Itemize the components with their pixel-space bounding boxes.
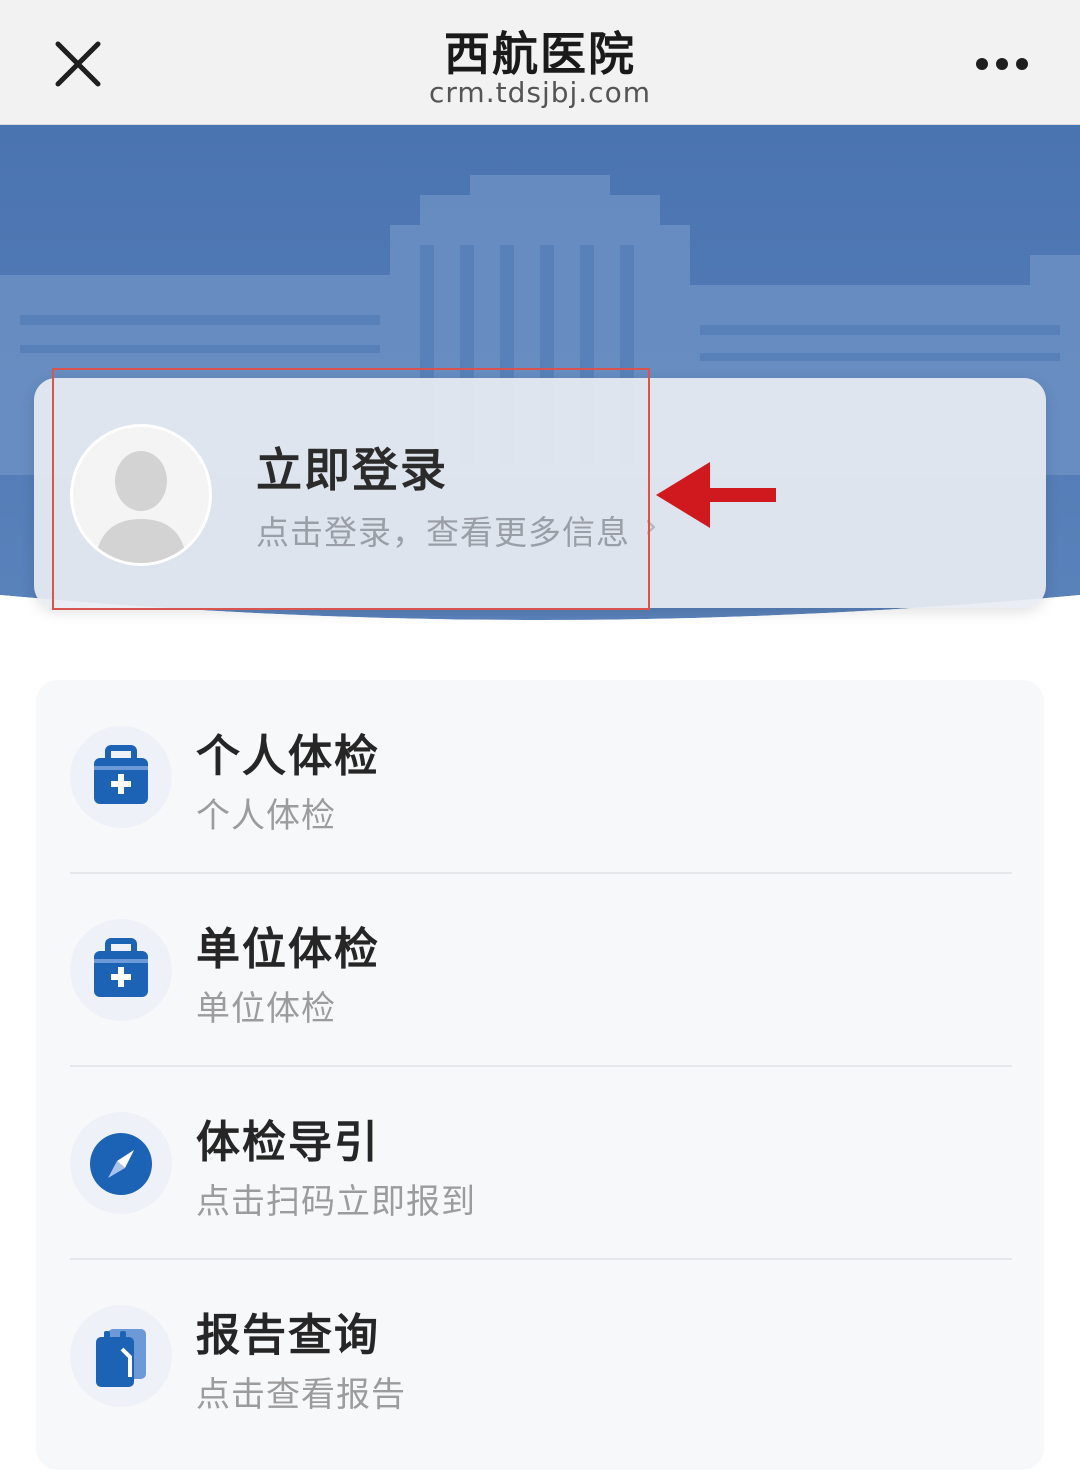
compass-icon — [70, 1112, 172, 1214]
page-title: 西航医院 — [444, 27, 636, 81]
menu-item-title: 单位体检 — [196, 924, 380, 975]
menu-item-personal-checkup[interactable]: 个人体检 个人体检 — [36, 680, 1044, 872]
more-icon[interactable] — [966, 44, 1036, 84]
medical-bag-icon — [70, 726, 172, 828]
top-nav-bar: 西航医院 crm.tdsjbj.com — [0, 0, 1080, 125]
menu-item-subtitle: 点击查看报告 — [196, 1375, 406, 1415]
menu-item-report-query[interactable]: 报告查询 点击查看报告 — [36, 1259, 1044, 1451]
annotation-arrow-icon — [654, 460, 778, 530]
menu-item-checkup-guide[interactable]: 体检导引 点击扫码立即报到 — [36, 1066, 1044, 1258]
menu-item-subtitle: 单位体检 — [196, 989, 336, 1029]
login-card[interactable]: 立即登录 点击登录，查看更多信息 › — [34, 378, 1046, 608]
menu-item-subtitle: 点击扫码立即报到 — [196, 1182, 476, 1222]
menu-item-title: 报告查询 — [196, 1310, 380, 1361]
user-silhouette-icon — [70, 424, 212, 566]
clipboard-icon — [70, 1305, 172, 1407]
page-url: crm.tdsjbj.com — [429, 76, 651, 109]
login-title: 立即登录 — [256, 443, 448, 497]
service-menu: 个人体检 个人体检 单位体检 单位体检 体检导引 点击扫码立即报到 报告查询 点… — [36, 680, 1044, 1470]
medical-bag-icon — [70, 919, 172, 1021]
menu-item-company-checkup[interactable]: 单位体检 单位体检 — [36, 873, 1044, 1065]
menu-item-subtitle: 个人体检 — [196, 796, 336, 836]
menu-item-title: 个人体检 — [196, 731, 380, 782]
login-subtitle: 点击登录，查看更多信息 — [256, 513, 630, 552]
menu-item-title: 体检导引 — [196, 1117, 380, 1168]
